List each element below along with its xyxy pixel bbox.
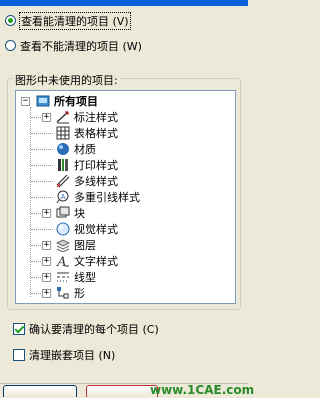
purge-all-button[interactable] xyxy=(86,385,158,397)
tree-connector xyxy=(30,107,31,297)
tree-item-multileader-style[interactable]: A 多重引线样式 xyxy=(56,189,140,205)
expand-icon[interactable]: + xyxy=(42,289,51,298)
tree-item-material[interactable]: 材质 xyxy=(56,141,96,157)
layer-icon xyxy=(55,238,71,253)
radio-label: 查看不能清理的项目 (W) xyxy=(20,39,142,53)
tree-item-label: 材质 xyxy=(74,143,96,156)
material-icon xyxy=(56,142,70,156)
tree-branch xyxy=(31,149,53,150)
tree-item-visual-style[interactable]: 视觉样式 xyxy=(56,221,118,237)
expand-icon[interactable]: + xyxy=(42,257,51,266)
tree-item-label: 块 xyxy=(74,207,85,220)
plot-style-icon xyxy=(56,158,70,172)
tree-branch xyxy=(31,133,53,134)
tree-item-multiline-style[interactable]: 多线样式 xyxy=(56,173,118,189)
tree-item-label: 图层 xyxy=(74,239,96,252)
group-title: 图形中未使用的项目: xyxy=(13,72,120,88)
radio-label: 查看能清理的项目 (V) xyxy=(19,11,131,30)
radio-view-nonpurgeable[interactable]: 查看不能清理的项目 (W) xyxy=(5,38,143,53)
purge-button[interactable] xyxy=(3,385,77,397)
tree-item-linetype[interactable]: 线型 xyxy=(56,269,96,285)
watermark-text: www.1CAE.com xyxy=(150,383,255,397)
tree-item-shape[interactable]: 形 xyxy=(56,285,85,301)
confirm-each-item-checkbox[interactable]: 确认要清理的每个项目 (C) xyxy=(13,321,159,336)
checkbox-box[interactable] xyxy=(13,322,25,335)
tree-branch xyxy=(31,197,53,198)
checkbox-label: 清理嵌套项目 (N) xyxy=(29,348,116,362)
tree-item-label: 形 xyxy=(74,287,85,300)
tree-branch xyxy=(31,181,53,182)
multiline-style-icon xyxy=(56,174,70,188)
radio-view-purgeable[interactable]: 查看能清理的项目 (V) xyxy=(5,11,131,30)
tree-item-label: 表格样式 xyxy=(74,127,118,140)
expand-icon[interactable]: + xyxy=(42,273,51,282)
tree-item-table-style[interactable]: 表格样式 xyxy=(56,125,118,141)
collapse-root-icon[interactable]: − xyxy=(21,97,30,106)
expand-icon[interactable]: + xyxy=(42,209,51,218)
tree-item-label: 文字样式 xyxy=(74,255,118,268)
tree-item-label: 多线样式 xyxy=(74,175,118,188)
checkbox-label: 确认要清理的每个项目 (C) xyxy=(29,322,159,336)
block-icon xyxy=(56,206,70,220)
tree-item-plot-style[interactable]: 打印样式 xyxy=(56,157,118,173)
expand-icon[interactable]: + xyxy=(42,113,51,122)
tree-item-label: 视觉样式 xyxy=(74,223,118,236)
tree-item-block[interactable]: 块 xyxy=(56,205,85,221)
tree-branch xyxy=(31,229,53,230)
title-bar: 清理 xyxy=(0,0,248,6)
tree-item-label: 多重引线样式 xyxy=(74,191,140,204)
shape-icon xyxy=(56,286,70,300)
tree-branch xyxy=(31,165,53,166)
visual-style-icon xyxy=(56,222,70,236)
dimension-style-icon xyxy=(56,110,70,124)
tree-root[interactable]: 所有项目 xyxy=(36,93,98,109)
tree-item-label: 标注样式 xyxy=(74,111,118,124)
linetype-icon xyxy=(56,270,70,284)
tree-item-layer[interactable]: 图层 xyxy=(55,237,96,253)
drawing-icon xyxy=(36,94,50,108)
table-style-icon xyxy=(56,126,70,140)
tree-item-label: 线型 xyxy=(74,271,96,284)
tree-item-text-style[interactable]: A 文字样式 xyxy=(56,253,118,270)
radio-button[interactable] xyxy=(5,40,16,51)
tree-root-label: 所有项目 xyxy=(54,95,98,108)
expand-icon[interactable]: + xyxy=(42,241,51,250)
tree-item-dimension-style[interactable]: 标注样式 xyxy=(56,109,118,125)
radio-button[interactable] xyxy=(5,15,16,26)
svg-text:A: A xyxy=(61,193,66,201)
checkbox-box[interactable] xyxy=(13,348,25,361)
text-style-icon: A xyxy=(56,254,70,270)
items-tree[interactable]: − 所有项目 + 标注样式 表格样式 材质 打印样式 多线样式 A 多重引线样式… xyxy=(15,90,236,304)
tree-item-label: 打印样式 xyxy=(74,159,118,172)
multileader-style-icon: A xyxy=(56,190,70,204)
purge-nested-items-checkbox[interactable]: 清理嵌套项目 (N) xyxy=(13,347,115,362)
